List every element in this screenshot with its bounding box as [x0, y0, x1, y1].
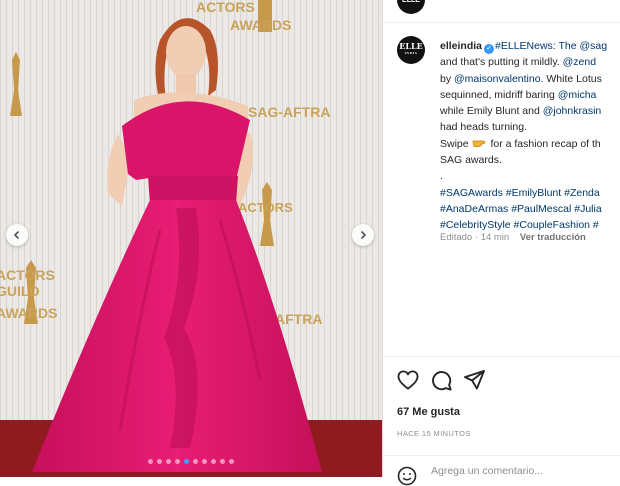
post-time: HACE 15 MINUTOS [397, 429, 471, 438]
mention-link[interactable]: @micha [558, 89, 597, 101]
caption-text: for a fashion recap of th [490, 137, 601, 150]
backdrop-text-awards-2: AWARDS [0, 305, 57, 321]
comment-icon [432, 371, 452, 391]
caption-meta: Editado · 14 min Ver traducción [440, 232, 586, 243]
backdrop-text-awards: AWARDS [230, 17, 291, 33]
mention-link[interactable]: @maisonvalentino [454, 73, 541, 85]
translate-link[interactable]: Ver traducción [520, 232, 586, 243]
carousel-dot[interactable] [220, 459, 225, 464]
carousel-indicator [0, 459, 382, 464]
caption-text: while Emily Blunt and [440, 105, 543, 118]
comment-bar [383, 455, 620, 486]
post-header: ELLE [383, 0, 620, 23]
post-actions [397, 370, 485, 391]
caption-text: sequinned, midriff baring [440, 88, 558, 101]
carousel-dot[interactable] [157, 459, 162, 464]
hashtags-line[interactable]: #CelebrityStyle #CoupleFashion # [440, 219, 599, 231]
account-avatar[interactable]: ELLE INDIA [397, 36, 425, 64]
heart-icon [397, 370, 419, 390]
caption-text: Swipe [440, 137, 472, 150]
carousel-dot[interactable] [148, 459, 153, 464]
comment-button[interactable] [431, 370, 452, 391]
share-icon [464, 370, 485, 390]
avatar-initials: ELLE [399, 41, 423, 51]
comment-input[interactable] [431, 465, 611, 477]
account-avatar-header[interactable]: ELLE [397, 0, 425, 14]
hashtag-link[interactable]: #ELLENews: The [495, 40, 579, 52]
like-button[interactable] [397, 370, 419, 391]
backdrop-text-guild: GUILD [0, 283, 40, 299]
caption-text: by [440, 72, 455, 85]
avatar-initials: ELLE [402, 0, 420, 4]
section-divider [383, 356, 620, 357]
backdrop-text-actors-3: ACTORS [238, 200, 293, 215]
carousel-next-button[interactable] [352, 224, 374, 246]
likes-count[interactable]: 67 Me gusta [397, 406, 460, 418]
pointing-hand-icon [472, 137, 488, 153]
carousel-dot[interactable] [202, 459, 207, 464]
post-image[interactable]: ACTORS AWARDS SAG-AFTRA ACTORS GUILD AWA… [0, 0, 382, 477]
post-side-panel: ELLE ELLE INDIA elleindia ✓ #ELLENews: The… [382, 0, 620, 486]
chevron-right-icon [360, 230, 367, 240]
caption-username[interactable]: elleindia [440, 40, 482, 52]
caption-text: . [440, 170, 443, 183]
caption-text: had heads turning. [440, 121, 527, 134]
backdrop-text-sag-aftra: SAG-AFTRA [248, 104, 330, 120]
post-caption: elleindia ✓ #ELLENews: The @sag and that's… [440, 38, 620, 234]
emoji-icon[interactable] [397, 466, 417, 486]
hashtags-line[interactable]: #SAGAwards #EmilyBlunt #Zenda [440, 187, 600, 199]
caption-text: and that's putting it mildly. [440, 56, 563, 69]
share-button[interactable] [464, 370, 485, 391]
chevron-left-icon [13, 230, 20, 240]
edited-label: Editado [440, 232, 473, 243]
carousel-dot[interactable] [229, 459, 234, 464]
carousel-dot[interactable] [193, 459, 198, 464]
carousel-dot[interactable] [175, 459, 180, 464]
mention-link[interactable]: @zend [563, 56, 596, 68]
hashtags-line[interactable]: #AnaDeArmas #PaulMescal #Julia [440, 203, 602, 215]
carousel-dot[interactable] [211, 459, 216, 464]
carousel-prev-button[interactable] [6, 224, 28, 246]
post-photo: ACTORS AWARDS SAG-AFTRA ACTORS GUILD AWA… [0, 0, 382, 477]
caption-time: 14 min [480, 232, 510, 243]
carousel-dot[interactable] [184, 459, 189, 464]
caption-text: . White Lotus [540, 72, 602, 85]
caption-text: SAG awards. [440, 154, 502, 167]
carousel-dot[interactable] [166, 459, 171, 464]
mention-link[interactable]: @sag [579, 40, 607, 52]
verified-icon: ✓ [484, 44, 495, 54]
backdrop-text-actors: ACTORS [196, 0, 255, 15]
mention-link[interactable]: @johnkrasin [543, 105, 602, 117]
backdrop-text-actors-2: ACTORS [0, 267, 55, 283]
avatar-sub: INDIA [404, 51, 418, 55]
